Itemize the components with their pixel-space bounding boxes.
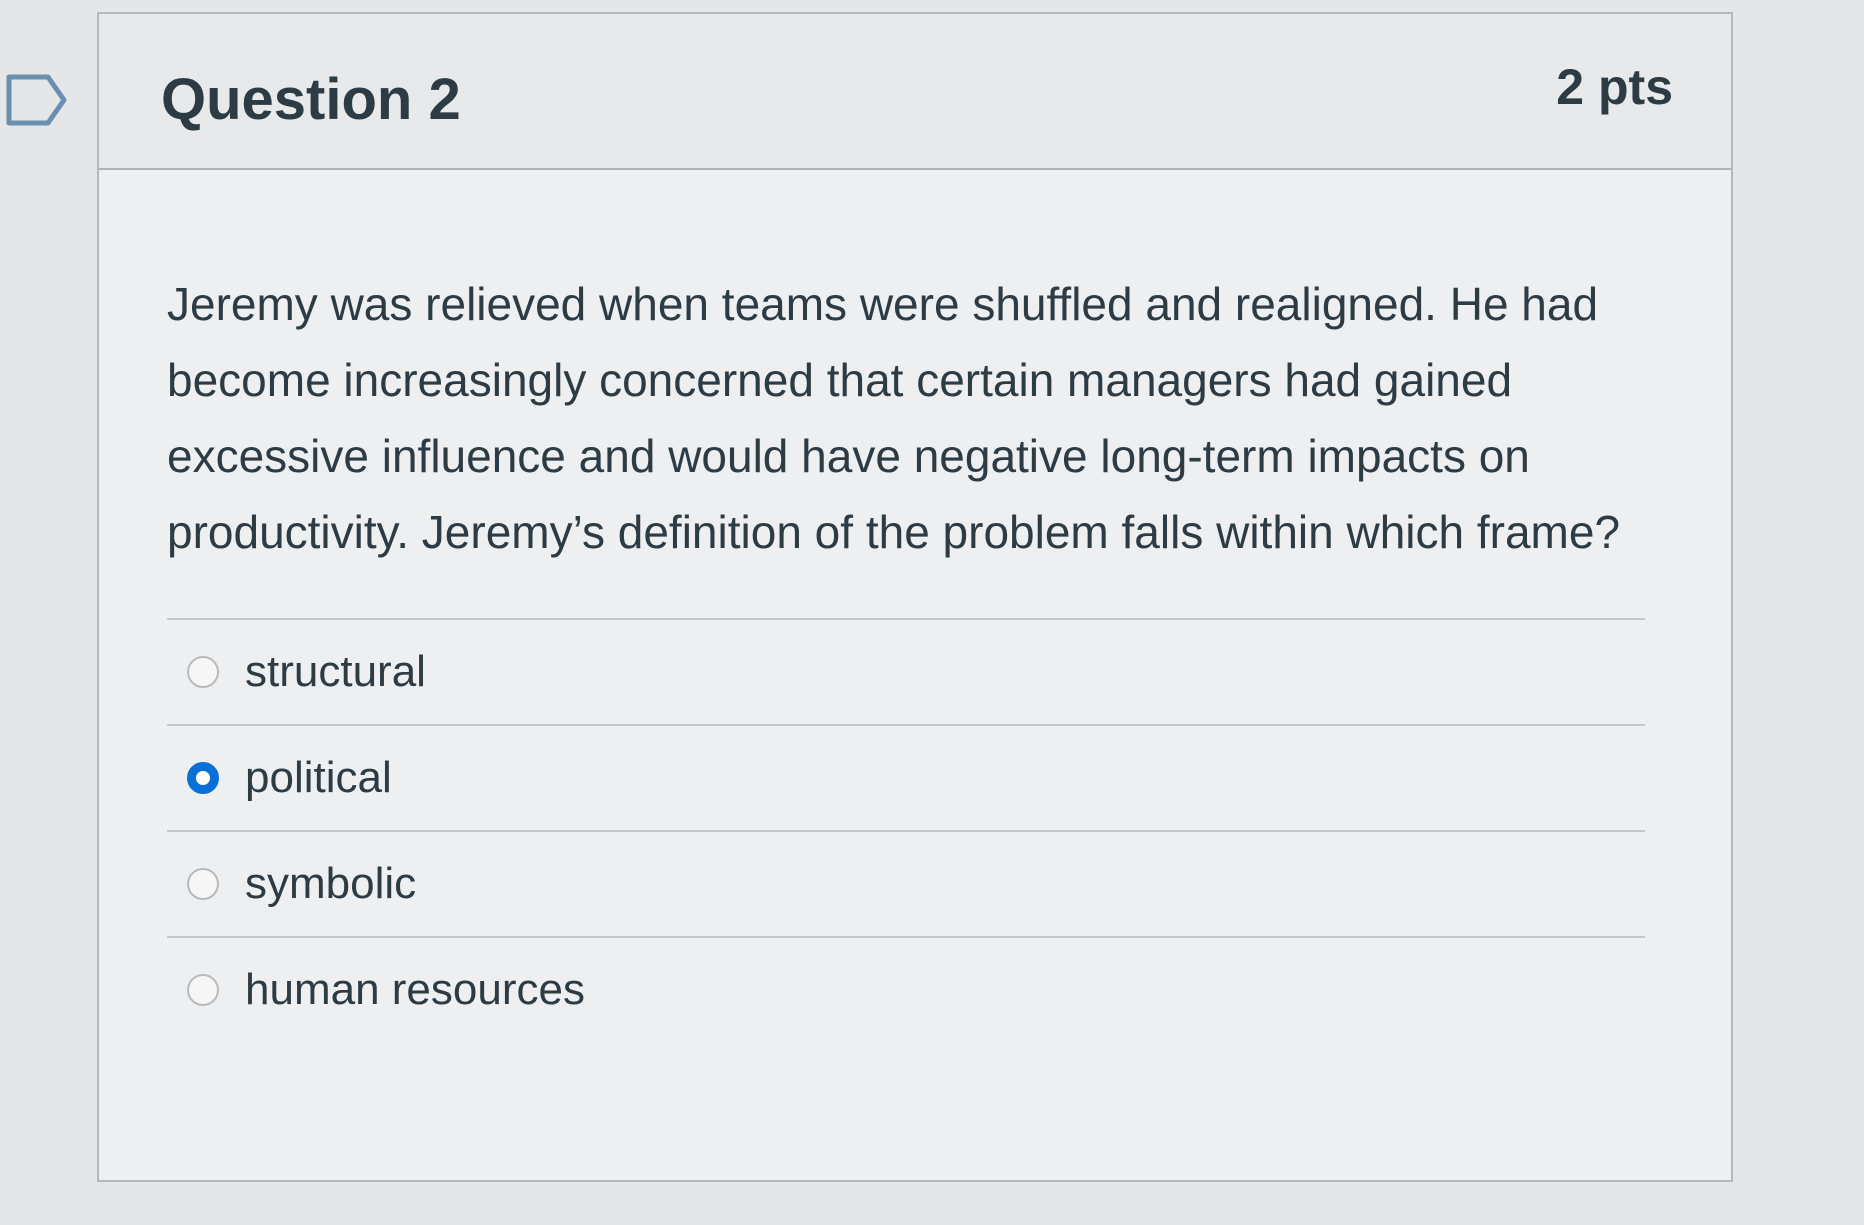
answer-list: structural political symbolic human reso… [167, 618, 1645, 1042]
answer-option-human-resources[interactable]: human resources [167, 938, 1645, 1042]
radio-button-selected[interactable] [187, 762, 219, 794]
answer-option-symbolic[interactable]: symbolic [167, 832, 1645, 938]
bookmark-flag-icon[interactable] [6, 74, 68, 126]
answer-label: structural [245, 647, 426, 696]
question-text: Jeremy was relieved when teams were shuf… [167, 278, 1621, 558]
answer-label: political [245, 753, 392, 802]
question-body: Jeremy was relieved when teams were shuf… [99, 170, 1731, 1042]
radio-button[interactable] [187, 656, 219, 688]
question-card: Question 2 2 pts Jeremy was relieved whe… [97, 12, 1733, 1182]
radio-button[interactable] [187, 868, 219, 900]
answer-option-structural[interactable]: structural [167, 620, 1645, 726]
answer-label: human resources [245, 965, 585, 1014]
answer-option-political[interactable]: political [167, 726, 1645, 832]
answer-label: symbolic [245, 859, 417, 908]
radio-button[interactable] [187, 974, 219, 1006]
question-header: Question 2 2 pts [99, 14, 1731, 170]
question-title: Question 2 [161, 67, 461, 132]
question-points: 2 pts [1556, 59, 1673, 115]
